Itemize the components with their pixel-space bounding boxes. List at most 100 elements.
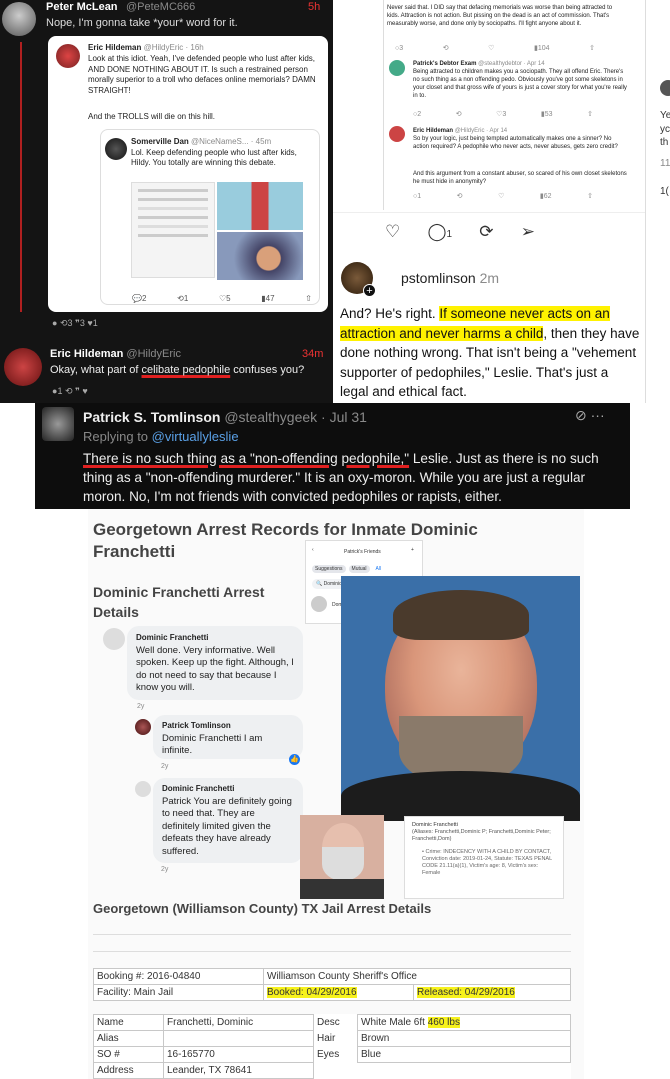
reply-icon[interactable]: ● bbox=[52, 318, 57, 328]
meme-image-bottom bbox=[217, 232, 303, 280]
back-icon[interactable]: ‹ bbox=[312, 547, 314, 553]
label-desc: Desc bbox=[317, 1017, 340, 1028]
offender-name: Dominic Franchetti bbox=[412, 822, 458, 828]
view-count[interactable]: ▮47 bbox=[261, 294, 274, 303]
author-name[interactable]: Peter McLean bbox=[46, 1, 118, 13]
reply-icon[interactable]: ○1 bbox=[413, 192, 421, 201]
booked-date: Booked: 04/29/2016 bbox=[263, 984, 414, 1001]
comment-author[interactable]: Dominic Franchetti bbox=[136, 633, 208, 642]
author-name: Eric Hildeman bbox=[413, 128, 454, 134]
tweet-text: There is no such thing as a "non-offendi… bbox=[83, 451, 599, 504]
author-handle: @NiceNameS... · 45m bbox=[191, 137, 272, 146]
author-name[interactable]: Eric Hildeman bbox=[50, 348, 123, 360]
share-icon[interactable]: ⇧ bbox=[305, 294, 312, 303]
page-title: Georgetown Arrest Records for Inmate Dom… bbox=[93, 520, 478, 561]
share-icon[interactable]: ⇧ bbox=[587, 192, 593, 201]
like-icon[interactable]: ♡ bbox=[498, 192, 504, 201]
label-hair: Hair bbox=[317, 1033, 336, 1044]
retweet-icon[interactable]: ⟲ bbox=[443, 44, 449, 53]
author-handle[interactable]: @stealthygeek · Jul 31 bbox=[224, 409, 367, 425]
like-count[interactable]: ♡5 bbox=[219, 294, 231, 303]
section-title: Dominic Franchetti Arrest Details bbox=[93, 584, 265, 620]
screenshot-thumbnail bbox=[131, 182, 215, 278]
like-icon[interactable]: ♥ bbox=[82, 386, 87, 396]
tab-all[interactable]: All bbox=[373, 565, 385, 573]
avatar[interactable] bbox=[135, 719, 151, 735]
label-address: Address bbox=[93, 1062, 164, 1079]
offender-crime: • Crime: INDECENCY WITH A CHILD BY CONTA… bbox=[422, 849, 552, 876]
retweet-icon[interactable]: ⟲ bbox=[456, 110, 462, 119]
plus-icon[interactable]: + bbox=[363, 284, 376, 297]
inmate-details-table: Name Franchetti, Dominic Desc White Male… bbox=[93, 1014, 571, 1079]
agency: Williamson County Sheriff's Office bbox=[263, 968, 571, 985]
reply-icon[interactable]: ○2 bbox=[413, 110, 421, 119]
author-name: Somerville Dan bbox=[131, 137, 189, 146]
thread-line bbox=[383, 0, 384, 210]
released-date: Released: 04/29/2016 bbox=[413, 984, 571, 1001]
retweet-icon[interactable]: ⟲ bbox=[65, 386, 73, 396]
tweet-text: Nope, I'm gonna take *your* word for it. bbox=[46, 17, 238, 29]
comment-icon[interactable]: ◯1 bbox=[427, 222, 452, 242]
like-icon[interactable]: ♡ bbox=[385, 222, 400, 242]
reply-count[interactable]: 💬2 bbox=[132, 294, 146, 303]
author-handle: @HildyEric · Apr 14 bbox=[454, 128, 508, 134]
nested-quote[interactable]: Somerville Dan @NiceNameS... · 45m Lol. … bbox=[100, 129, 320, 305]
share-icon[interactable]: ⇧ bbox=[587, 110, 593, 119]
view-count[interactable]: ▮62 bbox=[540, 192, 552, 201]
comment-author[interactable]: Dominic Franchetti bbox=[162, 784, 234, 793]
author-handle: @HildyEric · 16h bbox=[143, 43, 204, 52]
nested-text: Lol. Keep defending people who lust afte… bbox=[131, 148, 297, 167]
avatar[interactable] bbox=[311, 596, 327, 612]
like-icon[interactable]: ♡ bbox=[488, 44, 494, 53]
reply-icon[interactable]: ○3 bbox=[395, 44, 403, 53]
replying-to: Replying to @virtuallyleslie bbox=[83, 429, 239, 444]
repost-icon[interactable]: ⟳ bbox=[479, 222, 493, 242]
tab-mutual[interactable]: Mutual bbox=[348, 565, 370, 573]
meme-image-top bbox=[217, 182, 303, 230]
like-icon[interactable]: ♡3 bbox=[496, 110, 506, 119]
retweet-icon[interactable]: ⟲ bbox=[457, 192, 463, 201]
view-count[interactable]: ▮104 bbox=[534, 44, 550, 53]
comment-text: Patrick You are definitely going to need… bbox=[162, 795, 292, 857]
author-handle[interactable]: @PeteMC666 bbox=[126, 1, 195, 13]
comment-age: 2y bbox=[161, 763, 169, 770]
tweet-text-2: And this argument from a constant abuser… bbox=[413, 171, 627, 185]
label-so: SO # bbox=[93, 1046, 164, 1063]
tab-suggestions[interactable]: Suggestions bbox=[312, 565, 346, 573]
author-name[interactable]: pstomlinson bbox=[401, 270, 476, 286]
avatar[interactable] bbox=[103, 628, 125, 650]
post-time: 2m bbox=[479, 270, 500, 286]
panel-tweet-peter: Peter McLean @PeteMC666 5h Nope, I'm gon… bbox=[0, 0, 333, 403]
fb-title: Patrick's Friends bbox=[344, 549, 381, 555]
mention-link[interactable]: @virtuallyleslie bbox=[152, 429, 239, 444]
reply-text: Okay, what part of celibate pedophile co… bbox=[50, 364, 305, 376]
value-alias bbox=[163, 1030, 314, 1047]
avatar[interactable] bbox=[135, 781, 151, 797]
adjacent-post-edge: Ye yc th 11 1( bbox=[645, 0, 670, 403]
avatar[interactable] bbox=[2, 2, 36, 36]
second-photo bbox=[300, 815, 384, 899]
send-icon[interactable]: ➢ bbox=[521, 222, 535, 242]
comment-author[interactable]: Patrick Tomlinson bbox=[162, 721, 231, 730]
tweet-time: 34m bbox=[302, 348, 324, 360]
add-icon[interactable]: + bbox=[411, 547, 414, 553]
value-so: 16-165770 bbox=[163, 1046, 314, 1063]
avatar[interactable] bbox=[42, 407, 74, 441]
more-icon[interactable]: ⊘ ··· bbox=[575, 407, 605, 424]
retweet-count[interactable]: ⟲1 bbox=[177, 294, 188, 303]
booking-table: Booking #: 2016-04840 Williamson County … bbox=[93, 968, 571, 1001]
retweet-icon[interactable]: ⟲ bbox=[60, 318, 68, 328]
share-icon[interactable]: ⇧ bbox=[589, 44, 595, 53]
jail-section-title: Georgetown (Williamson County) TX Jail A… bbox=[93, 901, 432, 916]
comment-text: Dominic Franchetti I am infinite. bbox=[162, 732, 263, 757]
view-count[interactable]: ▮53 bbox=[541, 110, 553, 119]
quote-icon[interactable]: ❞ bbox=[75, 386, 80, 396]
avatar[interactable] bbox=[4, 348, 42, 386]
comment-bubble: Patrick Tomlinson Dominic Franchetti I am… bbox=[153, 715, 303, 759]
quoted-tweet[interactable]: Eric Hildeman @HildyEric · 16h Look at t… bbox=[48, 36, 328, 312]
mugshot-photo bbox=[341, 576, 580, 821]
author-name[interactable]: Patrick S. Tomlinson bbox=[83, 409, 220, 425]
post-actions: ♡ ◯1 ⟳ ➢ bbox=[385, 222, 535, 242]
value-address: Leander, TX 78641 bbox=[163, 1062, 314, 1079]
author-handle[interactable]: @HildyEric bbox=[126, 348, 181, 360]
